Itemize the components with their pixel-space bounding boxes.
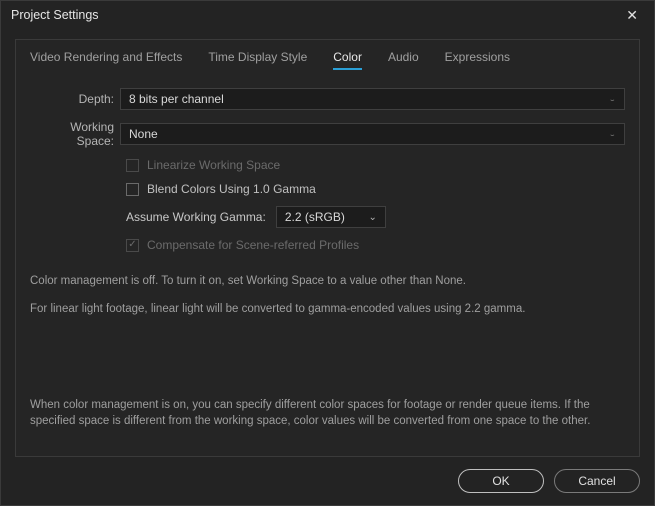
blend-checkbox[interactable] [126, 183, 139, 196]
blend-checkbox-row[interactable]: Blend Colors Using 1.0 Gamma [126, 182, 625, 196]
depth-value: 8 bits per channel [129, 92, 224, 106]
working-space-select[interactable]: None ⌄ [120, 123, 625, 145]
titlebar: Project Settings ✕ [1, 1, 654, 29]
info-text-2: For linear light footage, linear light w… [30, 300, 625, 318]
blend-label: Blend Colors Using 1.0 Gamma [147, 182, 316, 196]
working-space-value: None [129, 127, 158, 141]
project-settings-dialog: Project Settings ✕ Video Rendering and E… [0, 0, 655, 506]
ok-button[interactable]: OK [458, 469, 544, 493]
linearize-checkbox [126, 159, 139, 172]
tab-audio[interactable]: Audio [388, 50, 419, 70]
footer: OK Cancel [15, 457, 640, 493]
chevron-down-icon: ⌄ [608, 96, 616, 103]
linearize-label: Linearize Working Space [147, 158, 280, 172]
depth-row: Depth: 8 bits per channel ⌄ [30, 88, 625, 110]
tab-color[interactable]: Color [333, 50, 362, 70]
assume-gamma-label: Assume Working Gamma: [126, 210, 266, 224]
dialog-title: Project Settings [11, 8, 99, 22]
chevron-down-icon: ⌄ [368, 212, 376, 223]
cancel-button[interactable]: Cancel [554, 469, 640, 493]
depth-label: Depth: [30, 92, 120, 106]
tab-expressions[interactable]: Expressions [445, 50, 510, 70]
compensate-checkbox: ✓ [126, 239, 139, 252]
close-icon[interactable]: ✕ [620, 5, 644, 26]
linearize-checkbox-row: Linearize Working Space [126, 158, 625, 172]
working-space-label: Working Space: [30, 120, 120, 148]
assume-gamma-value: 2.2 (sRGB) [285, 210, 345, 224]
depth-select[interactable]: 8 bits per channel ⌄ [120, 88, 625, 110]
assume-gamma-row: Assume Working Gamma: 2.2 (sRGB) ⌄ [126, 206, 625, 228]
tab-video-rendering[interactable]: Video Rendering and Effects [30, 50, 182, 70]
tab-time-display[interactable]: Time Display Style [208, 50, 307, 70]
info-text-1: Color management is off. To turn it on, … [30, 272, 625, 290]
assume-gamma-select[interactable]: 2.2 (sRGB) ⌄ [276, 206, 386, 228]
chevron-down-icon: ⌄ [608, 131, 616, 138]
content-panel: Video Rendering and Effects Time Display… [15, 39, 640, 457]
info-text-bottom: When color management is on, you can spe… [30, 397, 601, 430]
working-space-row: Working Space: None ⌄ [30, 120, 625, 148]
compensate-label: Compensate for Scene-referred Profiles [147, 238, 359, 252]
tabs: Video Rendering and Effects Time Display… [30, 50, 625, 70]
compensate-checkbox-row: ✓ Compensate for Scene-referred Profiles [126, 238, 625, 252]
